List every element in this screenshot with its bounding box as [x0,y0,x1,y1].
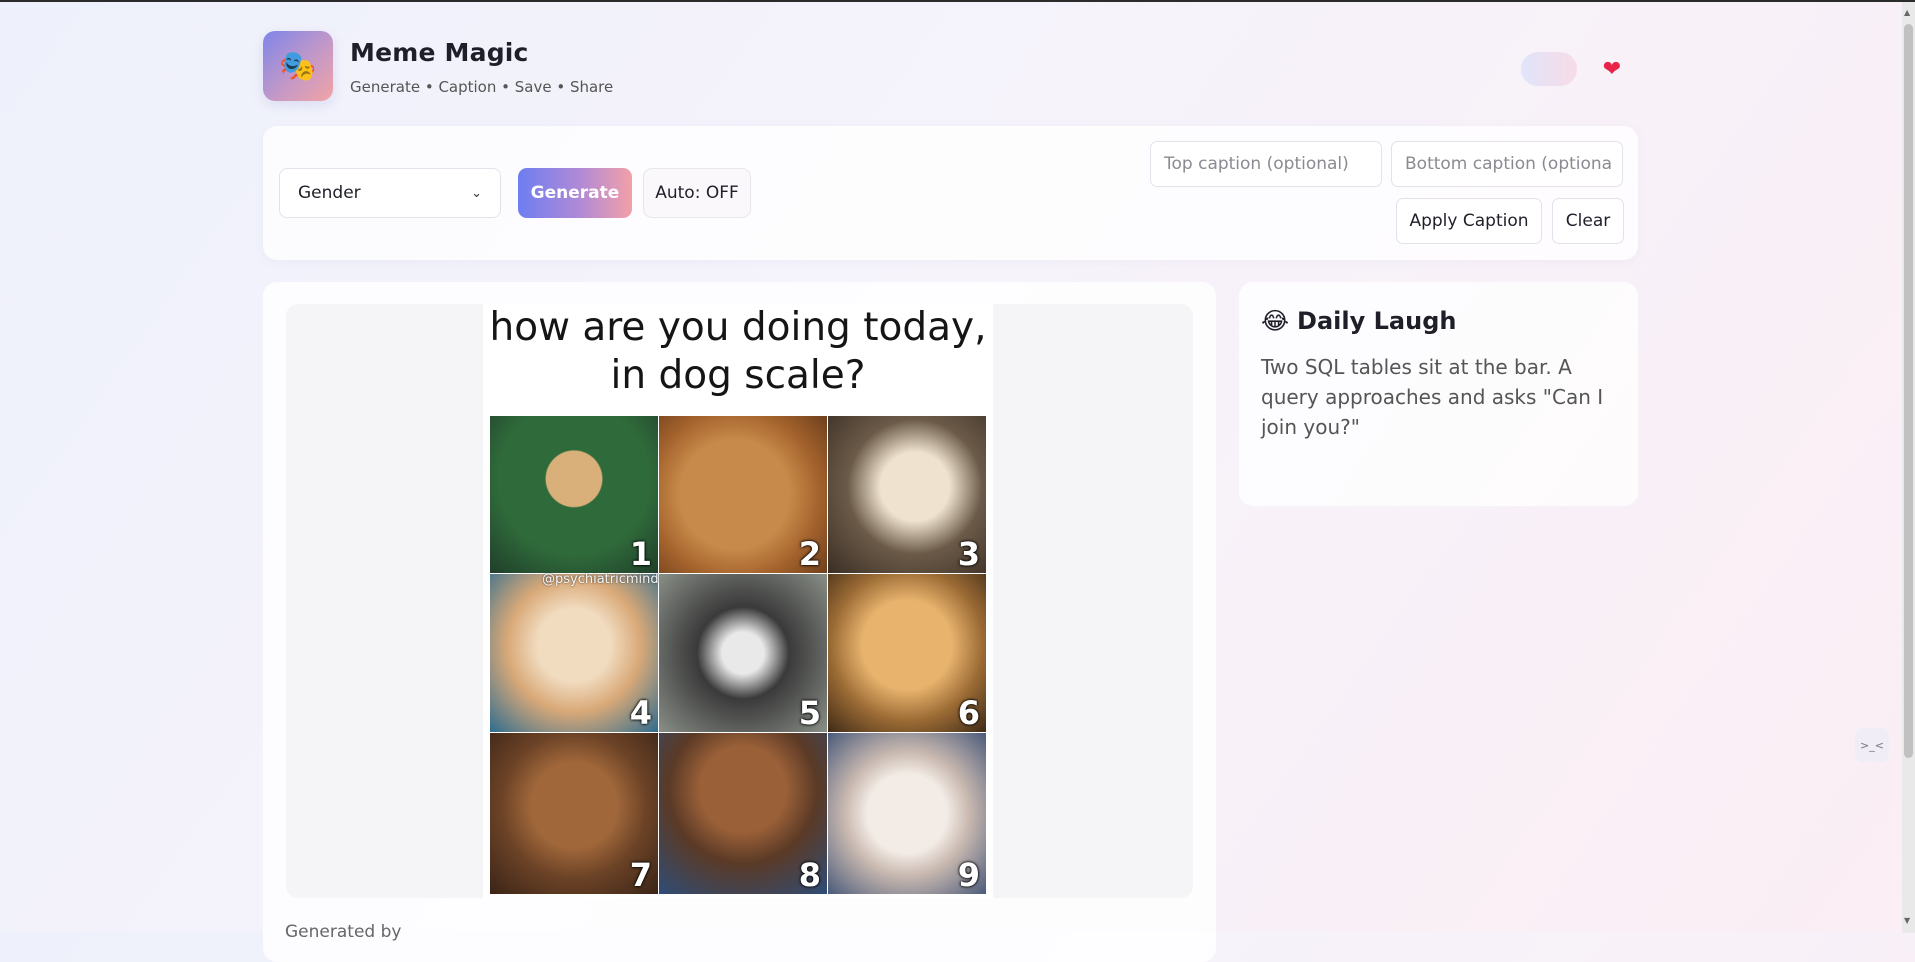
auto-toggle-button[interactable]: Auto: OFF [643,168,751,218]
daily-laugh-card: 😂 Daily Laugh Two SQL tables sit at the … [1239,282,1638,506]
chevron-down-icon: ⌄ [471,185,482,201]
dog-tile: 7 [490,733,658,894]
theme-toggle[interactable] [1521,52,1577,86]
dog-tile: 1 [490,416,658,573]
clear-button[interactable]: Clear [1552,198,1624,244]
tile-number: 7 [629,856,652,894]
sparkle-face-icon: >_< [1860,738,1884,752]
tile-number: 3 [957,535,980,573]
bottom-caption-input[interactable]: Bottom caption (optiona [1391,141,1623,187]
laughing-face-icon: 😂 [1261,307,1290,335]
category-select-value: Gender [298,183,361,203]
dog-tile: 8 [659,733,827,894]
meme-caption: how are you doing today, in dog scale? [489,305,987,398]
scroll-down-arrow-icon[interactable]: ▼ [1904,916,1910,925]
dog-tile: 5 [659,574,827,732]
apply-caption-button[interactable]: Apply Caption [1396,198,1542,244]
scrollbar-thumb[interactable] [1904,24,1913,758]
app-title: Meme Magic [350,38,529,67]
dog-tile: 4 [490,574,658,732]
tile-number: 1 [629,535,652,573]
controls-card: Gender ⌄ Generate Auto: OFF Top caption … [263,126,1638,260]
favorites-button[interactable]: ❤ [1597,54,1627,84]
meme-image[interactable]: how are you doing today, in dog scale? 1… [483,304,993,898]
meme-frame: how are you doing today, in dog scale? 1… [286,304,1193,898]
dog-tile: 6 [828,574,986,732]
meme-card: how are you doing today, in dog scale? 1… [263,282,1216,962]
floating-assistant-button[interactable]: >_< [1855,728,1889,762]
app-subtitle: Generate • Caption • Save • Share [350,78,614,96]
dog-tile: 3 [828,416,986,573]
generate-button[interactable]: Generate [518,168,632,218]
meme-watermark: @psychiatricmind [542,572,659,587]
theater-masks-icon: 🎭 [279,48,317,84]
tile-number: 6 [957,694,980,732]
page-scrollbar[interactable]: ▲ ▼ [1902,2,1915,933]
tile-number: 9 [957,856,980,894]
category-select[interactable]: Gender ⌄ [279,168,501,218]
meme-source-label: Generated by [285,922,402,942]
tile-number: 4 [629,694,652,732]
heart-icon: ❤ [1602,56,1622,82]
daily-laugh-title: 😂 Daily Laugh [1261,307,1456,335]
top-caption-input[interactable]: Top caption (optional) [1150,141,1382,187]
tile-number: 5 [798,694,821,732]
daily-laugh-heading: Daily Laugh [1297,307,1457,335]
scroll-up-arrow-icon[interactable]: ▲ [1904,8,1910,17]
dog-tile: 2 [659,416,827,573]
tile-number: 8 [798,856,821,894]
dog-tile: 9 [828,733,986,894]
tile-number: 2 [798,535,821,573]
daily-joke-text: Two SQL tables sit at the bar. A query a… [1261,355,1604,439]
dog-scale-grid: 1 2 3 4 5 6 7 8 9 @psychiatricmind [490,416,986,894]
app-logo: 🎭 [263,31,333,101]
